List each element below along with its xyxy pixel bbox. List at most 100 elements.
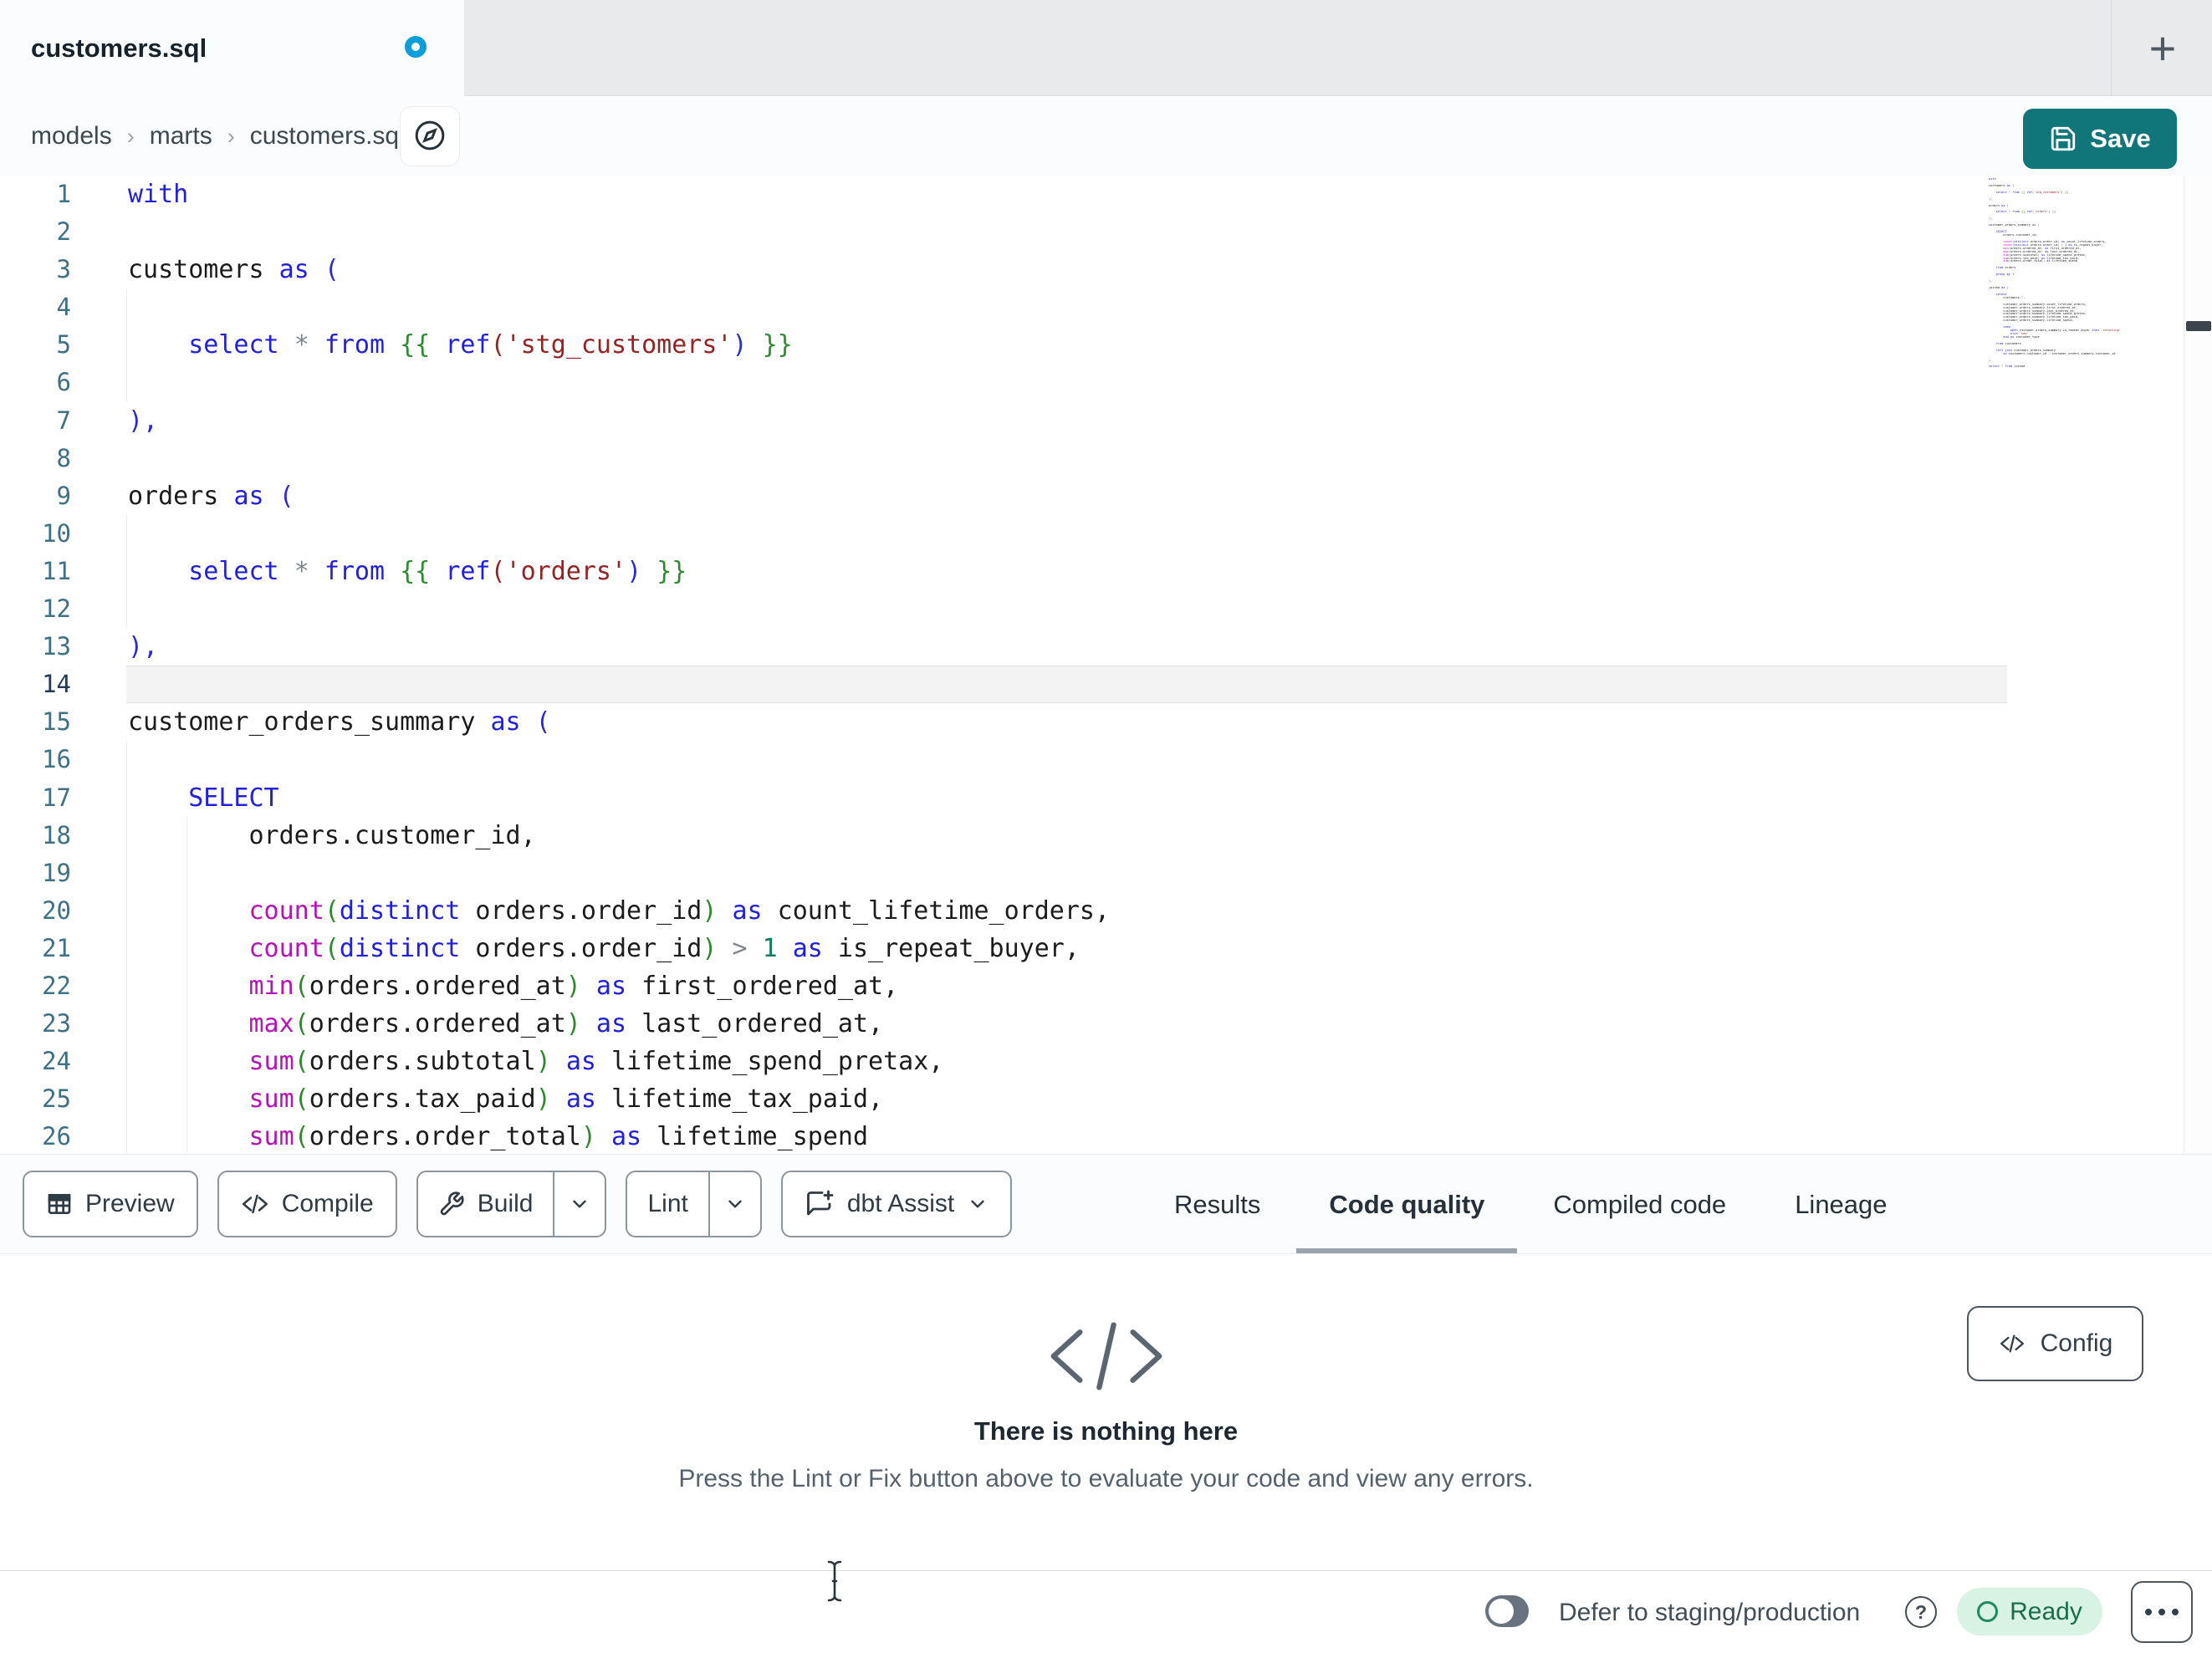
indent-guide	[126, 590, 127, 629]
compass-icon-button[interactable]	[400, 106, 460, 166]
line-number: 18	[42, 820, 71, 849]
defer-label: Defer to staging/production	[1559, 1598, 1861, 1626]
scrollbar-thumb[interactable]	[2186, 321, 2211, 331]
lint-split-button: Lint	[626, 1171, 762, 1237]
indent-guide	[126, 326, 127, 365]
line-number: 14	[42, 670, 71, 699]
wrench-icon	[438, 1191, 465, 1217]
indent-guide	[126, 288, 127, 327]
tab-results[interactable]: Results	[1174, 1155, 1260, 1254]
code-line[interactable]: orders.customer_id,	[126, 816, 2007, 855]
tab-lineage[interactable]: Lineage	[1795, 1155, 1887, 1254]
line-number: 1	[56, 180, 71, 208]
code-line[interactable]: max(orders.ordered_at) as last_ordered_a…	[126, 1005, 2007, 1043]
action-toolbar: Preview Compile Build Lint dbt Assist Re…	[0, 1154, 2212, 1254]
indent-guide	[126, 967, 127, 1006]
scrollbar-track[interactable]	[2184, 176, 2212, 1154]
code-line[interactable]	[126, 854, 2007, 892]
code-line[interactable]: with	[126, 176, 2007, 213]
chevron-down-icon	[569, 1193, 590, 1215]
empty-state: There is nothing here Press the Lint or …	[0, 1254, 2212, 1493]
tab-compiled-code[interactable]: Compiled code	[1553, 1155, 1726, 1254]
code-line[interactable]	[126, 741, 2007, 779]
code-line[interactable]: sum(orders.order_total) as lifetime_spen…	[126, 1118, 2007, 1154]
code-editor[interactable]: 1 2 3 4 5 6 7 8 9 10 11 12 13 14 15 16 17 18 19 20 21 22 23 24 2…	[0, 176, 2212, 1154]
build-dropdown-button[interactable]	[553, 1172, 605, 1236]
code-line[interactable]: customer_orders_summary as (	[126, 703, 2007, 741]
code-line[interactable]: orders as (	[126, 477, 2007, 515]
lint-dropdown-button[interactable]	[708, 1172, 760, 1236]
breadcrumb-separator: ›	[126, 123, 135, 149]
lint-button[interactable]: Lint	[627, 1172, 708, 1236]
empty-state-title: There is nothing here	[973, 1416, 1239, 1446]
code-line[interactable]: select * from {{ ref('orders') }}	[126, 552, 2007, 591]
code-line[interactable]: min(orders.ordered_at) as first_ordered_…	[126, 967, 2007, 1006]
code-line[interactable]	[126, 213, 2007, 251]
status-bar: Defer to staging/production ? Ready	[0, 1570, 2212, 1653]
code-line[interactable]: ),	[126, 402, 2007, 440]
line-number: 13	[42, 632, 71, 661]
code-line[interactable]: ),	[126, 628, 2007, 666]
line-number: 25	[42, 1084, 71, 1114]
line-number: 11	[42, 556, 71, 585]
code-line[interactable]	[126, 440, 2007, 477]
tab-customers-sql[interactable]: customers.sql	[0, 0, 464, 97]
line-number: 23	[42, 1009, 71, 1038]
line-number: 21	[42, 933, 71, 962]
indent-guide	[186, 816, 187, 855]
indent-guide	[126, 929, 127, 967]
breadcrumb-item-file[interactable]: customers.sql	[250, 122, 405, 151]
compile-button[interactable]: Compile	[217, 1171, 397, 1237]
code-line[interactable]: sum(orders.tax_paid) as lifetime_tax_pai…	[126, 1080, 2007, 1119]
tab-bar: + customers.sql	[0, 0, 2212, 97]
build-button-label: Build	[477, 1190, 534, 1217]
breadcrumb-bar: models › marts › customers.sql Save	[0, 97, 2212, 176]
tab-code-quality[interactable]: Code quality	[1329, 1155, 1484, 1254]
line-number: 26	[42, 1122, 71, 1151]
save-icon	[2049, 125, 2077, 153]
indent-guide	[126, 364, 127, 402]
overflow-menu-button[interactable]	[2131, 1581, 2193, 1643]
code-line[interactable]: count(distinct orders.order_id) > 1 as i…	[126, 929, 2007, 967]
code-line[interactable]: customers as (	[126, 251, 2007, 288]
dbt-assist-button[interactable]: dbt Assist	[780, 1171, 1013, 1237]
line-number: 15	[42, 707, 71, 737]
line-number: 17	[42, 783, 71, 812]
code-line[interactable]: SELECT	[126, 778, 2007, 817]
line-number: 19	[42, 858, 71, 887]
code-line[interactable]: select * from {{ ref('stg_customers') }}	[126, 326, 2007, 365]
help-icon[interactable]: ?	[1905, 1596, 1937, 1628]
ellipsis-dot	[2158, 1609, 2165, 1615]
defer-toggle[interactable]	[1485, 1595, 1529, 1627]
indent-guide	[186, 967, 187, 1006]
code-line[interactable]: count(distinct orders.order_id) as count…	[126, 891, 2007, 930]
save-button[interactable]: Save	[2023, 109, 2177, 169]
tab-title: customers.sql	[31, 33, 207, 63]
status-circle-icon	[1977, 1601, 1999, 1622]
ide-status-label: Ready	[2010, 1597, 2082, 1625]
action-buttons: Preview Compile Build Lint dbt Assist	[23, 1171, 1013, 1237]
chevron-down-icon	[967, 1193, 989, 1215]
ide-status-badge[interactable]: Ready	[1957, 1588, 2102, 1635]
code-line[interactable]: sum(orders.subtotal) as lifetime_spend_p…	[126, 1043, 2007, 1081]
preview-button[interactable]: Preview	[23, 1171, 198, 1237]
code-line-active[interactable]	[126, 666, 2007, 704]
breadcrumb-item-models[interactable]: models	[31, 122, 112, 151]
line-number: 22	[42, 971, 71, 1000]
build-button[interactable]: Build	[418, 1172, 554, 1236]
compass-icon	[413, 119, 447, 155]
code-line[interactable]	[126, 364, 2007, 402]
indent-guide	[186, 1005, 187, 1043]
indent-guide	[186, 1043, 187, 1081]
new-tab-button[interactable]: +	[2126, 12, 2199, 85]
line-number: 2	[56, 217, 71, 247]
code-line[interactable]	[126, 514, 2007, 553]
minimap[interactable]: with customers as ( select * from {{ ref(…	[1989, 177, 2178, 369]
line-number: 20	[42, 895, 71, 925]
tab-bar-divider	[2111, 0, 2112, 96]
code-line[interactable]	[126, 590, 2007, 629]
code-line[interactable]	[126, 288, 2007, 327]
indent-guide	[126, 1080, 127, 1119]
breadcrumb-item-marts[interactable]: marts	[150, 122, 212, 151]
compile-button-label: Compile	[281, 1190, 374, 1217]
